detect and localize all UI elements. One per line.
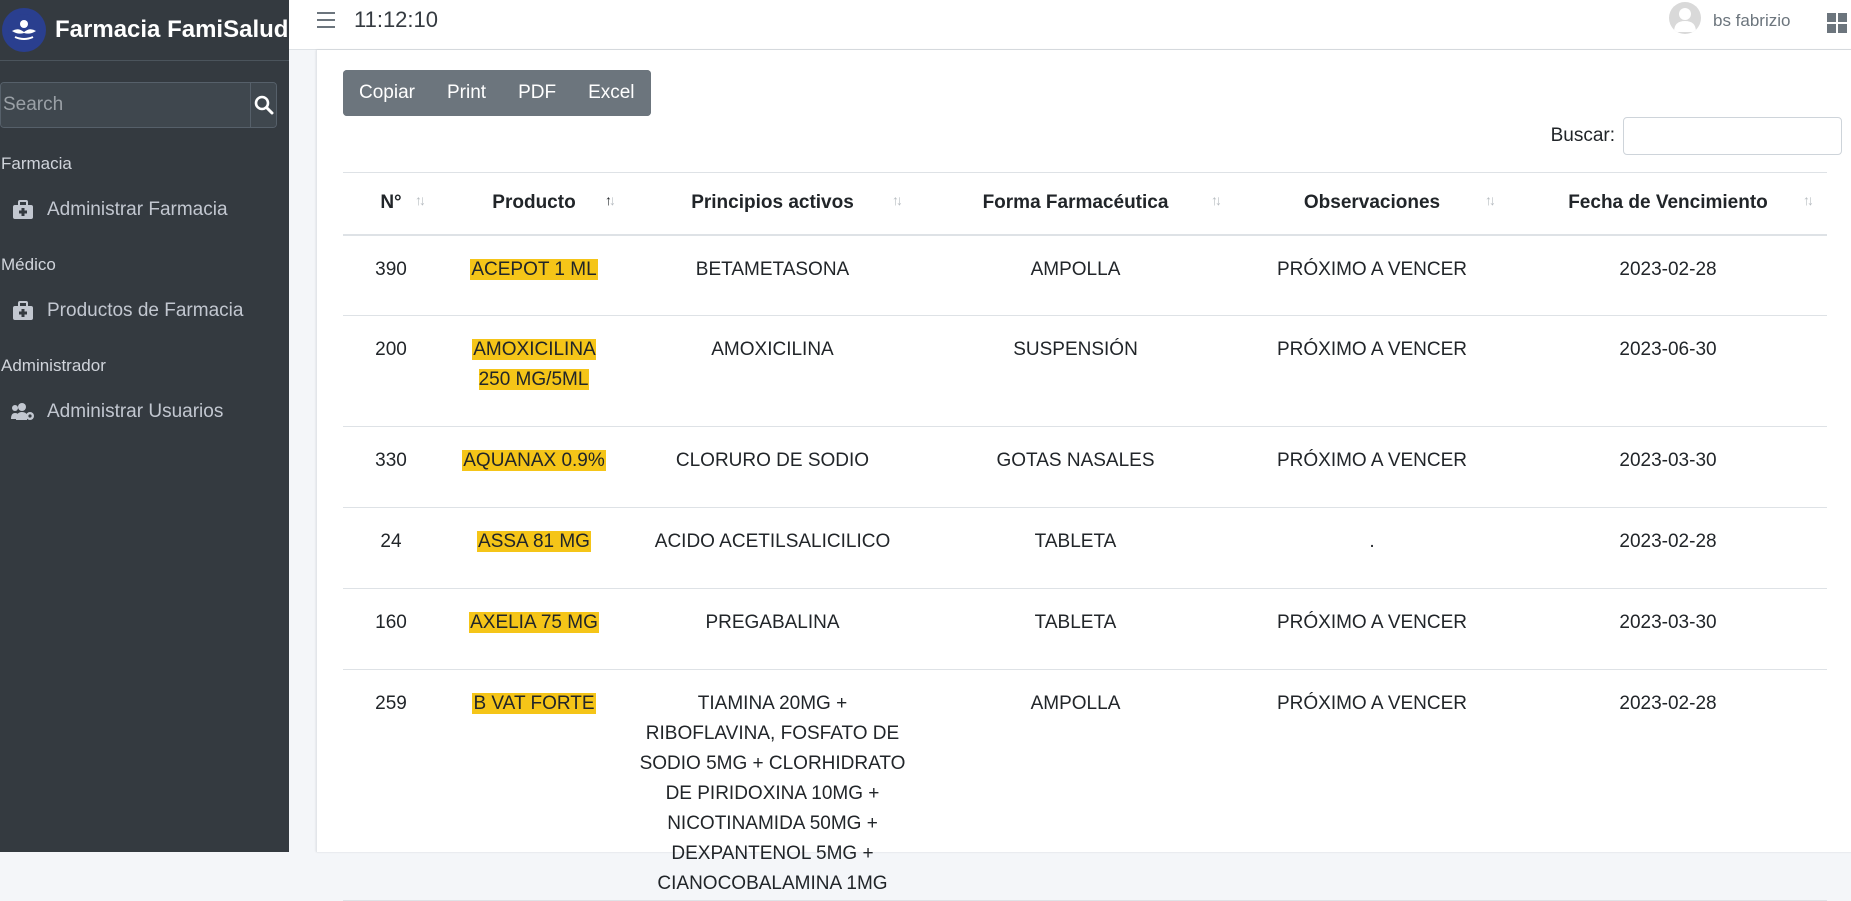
cell-number: 259 (343, 669, 439, 901)
cell-number: 24 (343, 507, 439, 589)
cell-expiry-date: 2023-03-30 (1509, 426, 1827, 508)
sort-icon: ↑↓ (1803, 192, 1814, 208)
cell-number: 390 (343, 234, 439, 316)
column-header[interactable]: Forma Farmacéutica ↑↓ (916, 172, 1235, 236)
sort-icon: ↑↓ (1485, 192, 1496, 208)
column-header[interactable]: Observaciones ↑↓ (1235, 172, 1509, 236)
filter-input[interactable] (1623, 117, 1842, 155)
cell-number: 200 (343, 315, 439, 427)
cell-form: AMPOLLA (916, 234, 1235, 316)
cell-form: TABLETA (916, 588, 1235, 670)
users-cog-icon (10, 400, 36, 424)
print-button[interactable]: Print (430, 70, 503, 116)
nav-header-farmacia: Farmacia (1, 154, 72, 173)
sidebar-search (0, 82, 277, 128)
sidebar-item-label: Administrar Farmacia (47, 199, 228, 220)
menu-toggle-icon[interactable] (317, 12, 335, 28)
nav-header-administrador: Administrador (1, 356, 106, 375)
cell-observations: PRÓXIMO A VENCER (1235, 234, 1509, 316)
cell-active-ingredients: BETAMETASONA (629, 234, 916, 316)
sidebar-item-administrar-farmacia[interactable]: Administrar Farmacia (10, 198, 228, 222)
export-button-group: Copiar Print PDF Excel (343, 70, 651, 116)
medkit-icon (10, 198, 36, 222)
cell-product: AQUANAX 0.9% (439, 426, 629, 508)
medkit-icon (10, 299, 36, 323)
search-icon (254, 95, 273, 115)
search-input[interactable] (1, 83, 250, 127)
clock: 11:12:10 (354, 7, 439, 32)
cell-form: GOTAS NASALES (916, 426, 1235, 508)
cell-expiry-date: 2023-03-30 (1509, 588, 1827, 670)
copy-button[interactable]: Copiar (343, 70, 431, 116)
column-header[interactable]: Fecha de Vencimiento ↑↓ (1509, 172, 1827, 236)
cell-product: B VAT FORTE (439, 669, 629, 901)
main-card: Copiar Print PDF Excel Buscar: N° ↑↓ Prod… (316, 50, 1851, 901)
brand[interactable]: Farmacia FamiSalud (0, 0, 289, 61)
product-name: ACEPOT 1 ML (470, 258, 598, 280)
cell-form: AMPOLLA (916, 669, 1235, 901)
cell-active-ingredients: CLORURO DE SODIO (629, 426, 916, 508)
cell-expiry-date: 2023-02-28 (1509, 507, 1827, 589)
sidebar-item-administrar-usuarios[interactable]: Administrar Usuarios (10, 400, 223, 424)
sidebar-item-label: Productos de Farmacia (47, 300, 244, 321)
avatar[interactable] (1669, 2, 1701, 34)
product-name: AMOXICILINA 250 MG/5ML (472, 339, 596, 390)
cell-observations: PRÓXIMO A VENCER (1235, 669, 1509, 901)
table-filter: Buscar: (1551, 117, 1842, 155)
cell-observations: PRÓXIMO A VENCER (1235, 426, 1509, 508)
cell-active-ingredients: TIAMINA 20MG + RIBOFLAVINA, FOSFATO DE S… (629, 669, 916, 901)
products-table: N° ↑↓ Producto ↑↓ Principios activos ↑↓ For… (343, 172, 1827, 901)
cell-observations: PRÓXIMO A VENCER (1235, 588, 1509, 670)
sort-ascending-icon: ↑↓ (605, 192, 616, 208)
cell-number: 330 (343, 426, 439, 508)
sidebar: Farmacia FamiSalud Farmacia Administrar … (0, 0, 289, 852)
cell-product: ASSA 81 MG (439, 507, 629, 589)
cell-product: AMOXICILINA 250 MG/5ML (439, 315, 629, 427)
column-header[interactable]: N° ↑↓ (343, 172, 439, 236)
pdf-button[interactable]: PDF (502, 70, 573, 116)
cell-form: TABLETA (916, 507, 1235, 589)
cell-form: SUSPENSIÓN (916, 315, 1235, 427)
cell-observations: PRÓXIMO A VENCER (1235, 315, 1509, 427)
cell-number: 160 (343, 588, 439, 670)
sort-icon: ↑↓ (892, 192, 903, 208)
cell-expiry-date: 2023-06-30 (1509, 315, 1827, 427)
brand-name: Farmacia FamiSalud (55, 16, 289, 43)
table-row: 390 ACEPOT 1 ML BETAMETASONA AMPOLLA PRÓ… (343, 234, 1827, 316)
excel-button[interactable]: Excel (572, 70, 651, 116)
cell-active-ingredients: ACIDO ACETILSALICILICO (629, 507, 916, 589)
cell-active-ingredients: AMOXICILINA (629, 315, 916, 427)
table-row: 160 AXELIA 75 MG PREGABALINA TABLETA PRÓ… (343, 588, 1827, 670)
sidebar-item-productos-farmacia[interactable]: Productos de Farmacia (10, 299, 243, 323)
cell-product: ACEPOT 1 ML (439, 234, 629, 316)
apps-grid-icon[interactable] (1827, 13, 1847, 33)
table-row: 200 AMOXICILINA 250 MG/5ML AMOXICILINA S… (343, 315, 1827, 427)
product-name: AXELIA 75 MG (469, 612, 599, 633)
user-name[interactable]: bs fabrizio (1713, 11, 1790, 31)
table-row: 330 AQUANAX 0.9% CLORURO DE SODIO GOTAS … (343, 426, 1827, 508)
product-name: B VAT FORTE (472, 693, 596, 714)
sort-icon: ↑↓ (1211, 192, 1222, 208)
product-name: AQUANAX 0.9% (462, 450, 606, 471)
column-header[interactable]: Producto ↑↓ (439, 172, 629, 236)
column-header[interactable]: Principios activos ↑↓ (629, 172, 916, 236)
cell-expiry-date: 2023-02-28 (1509, 669, 1827, 901)
cell-active-ingredients: PREGABALINA (629, 588, 916, 670)
pharmacy-logo-icon (2, 8, 46, 52)
sidebar-item-label: Administrar Usuarios (47, 401, 224, 422)
product-name: ASSA 81 MG (477, 531, 591, 552)
search-button[interactable] (250, 83, 276, 127)
filter-label: Buscar: (1550, 125, 1615, 146)
table-row: 259 B VAT FORTE TIAMINA 20MG + RIBOFLAVI… (343, 669, 1827, 901)
top-navbar: 11:12:10 bs fabrizio (289, 0, 1851, 50)
nav-header-medico: Médico (1, 255, 56, 274)
cell-observations: . (1235, 507, 1509, 589)
sort-icon: ↑↓ (415, 192, 426, 208)
table-header-row: N° ↑↓ Producto ↑↓ Principios activos ↑↓ For… (343, 172, 1827, 236)
cell-expiry-date: 2023-02-28 (1509, 234, 1827, 316)
table-row: 24 ASSA 81 MG ACIDO ACETILSALICILICO TAB… (343, 507, 1827, 589)
cell-product: AXELIA 75 MG (439, 588, 629, 670)
